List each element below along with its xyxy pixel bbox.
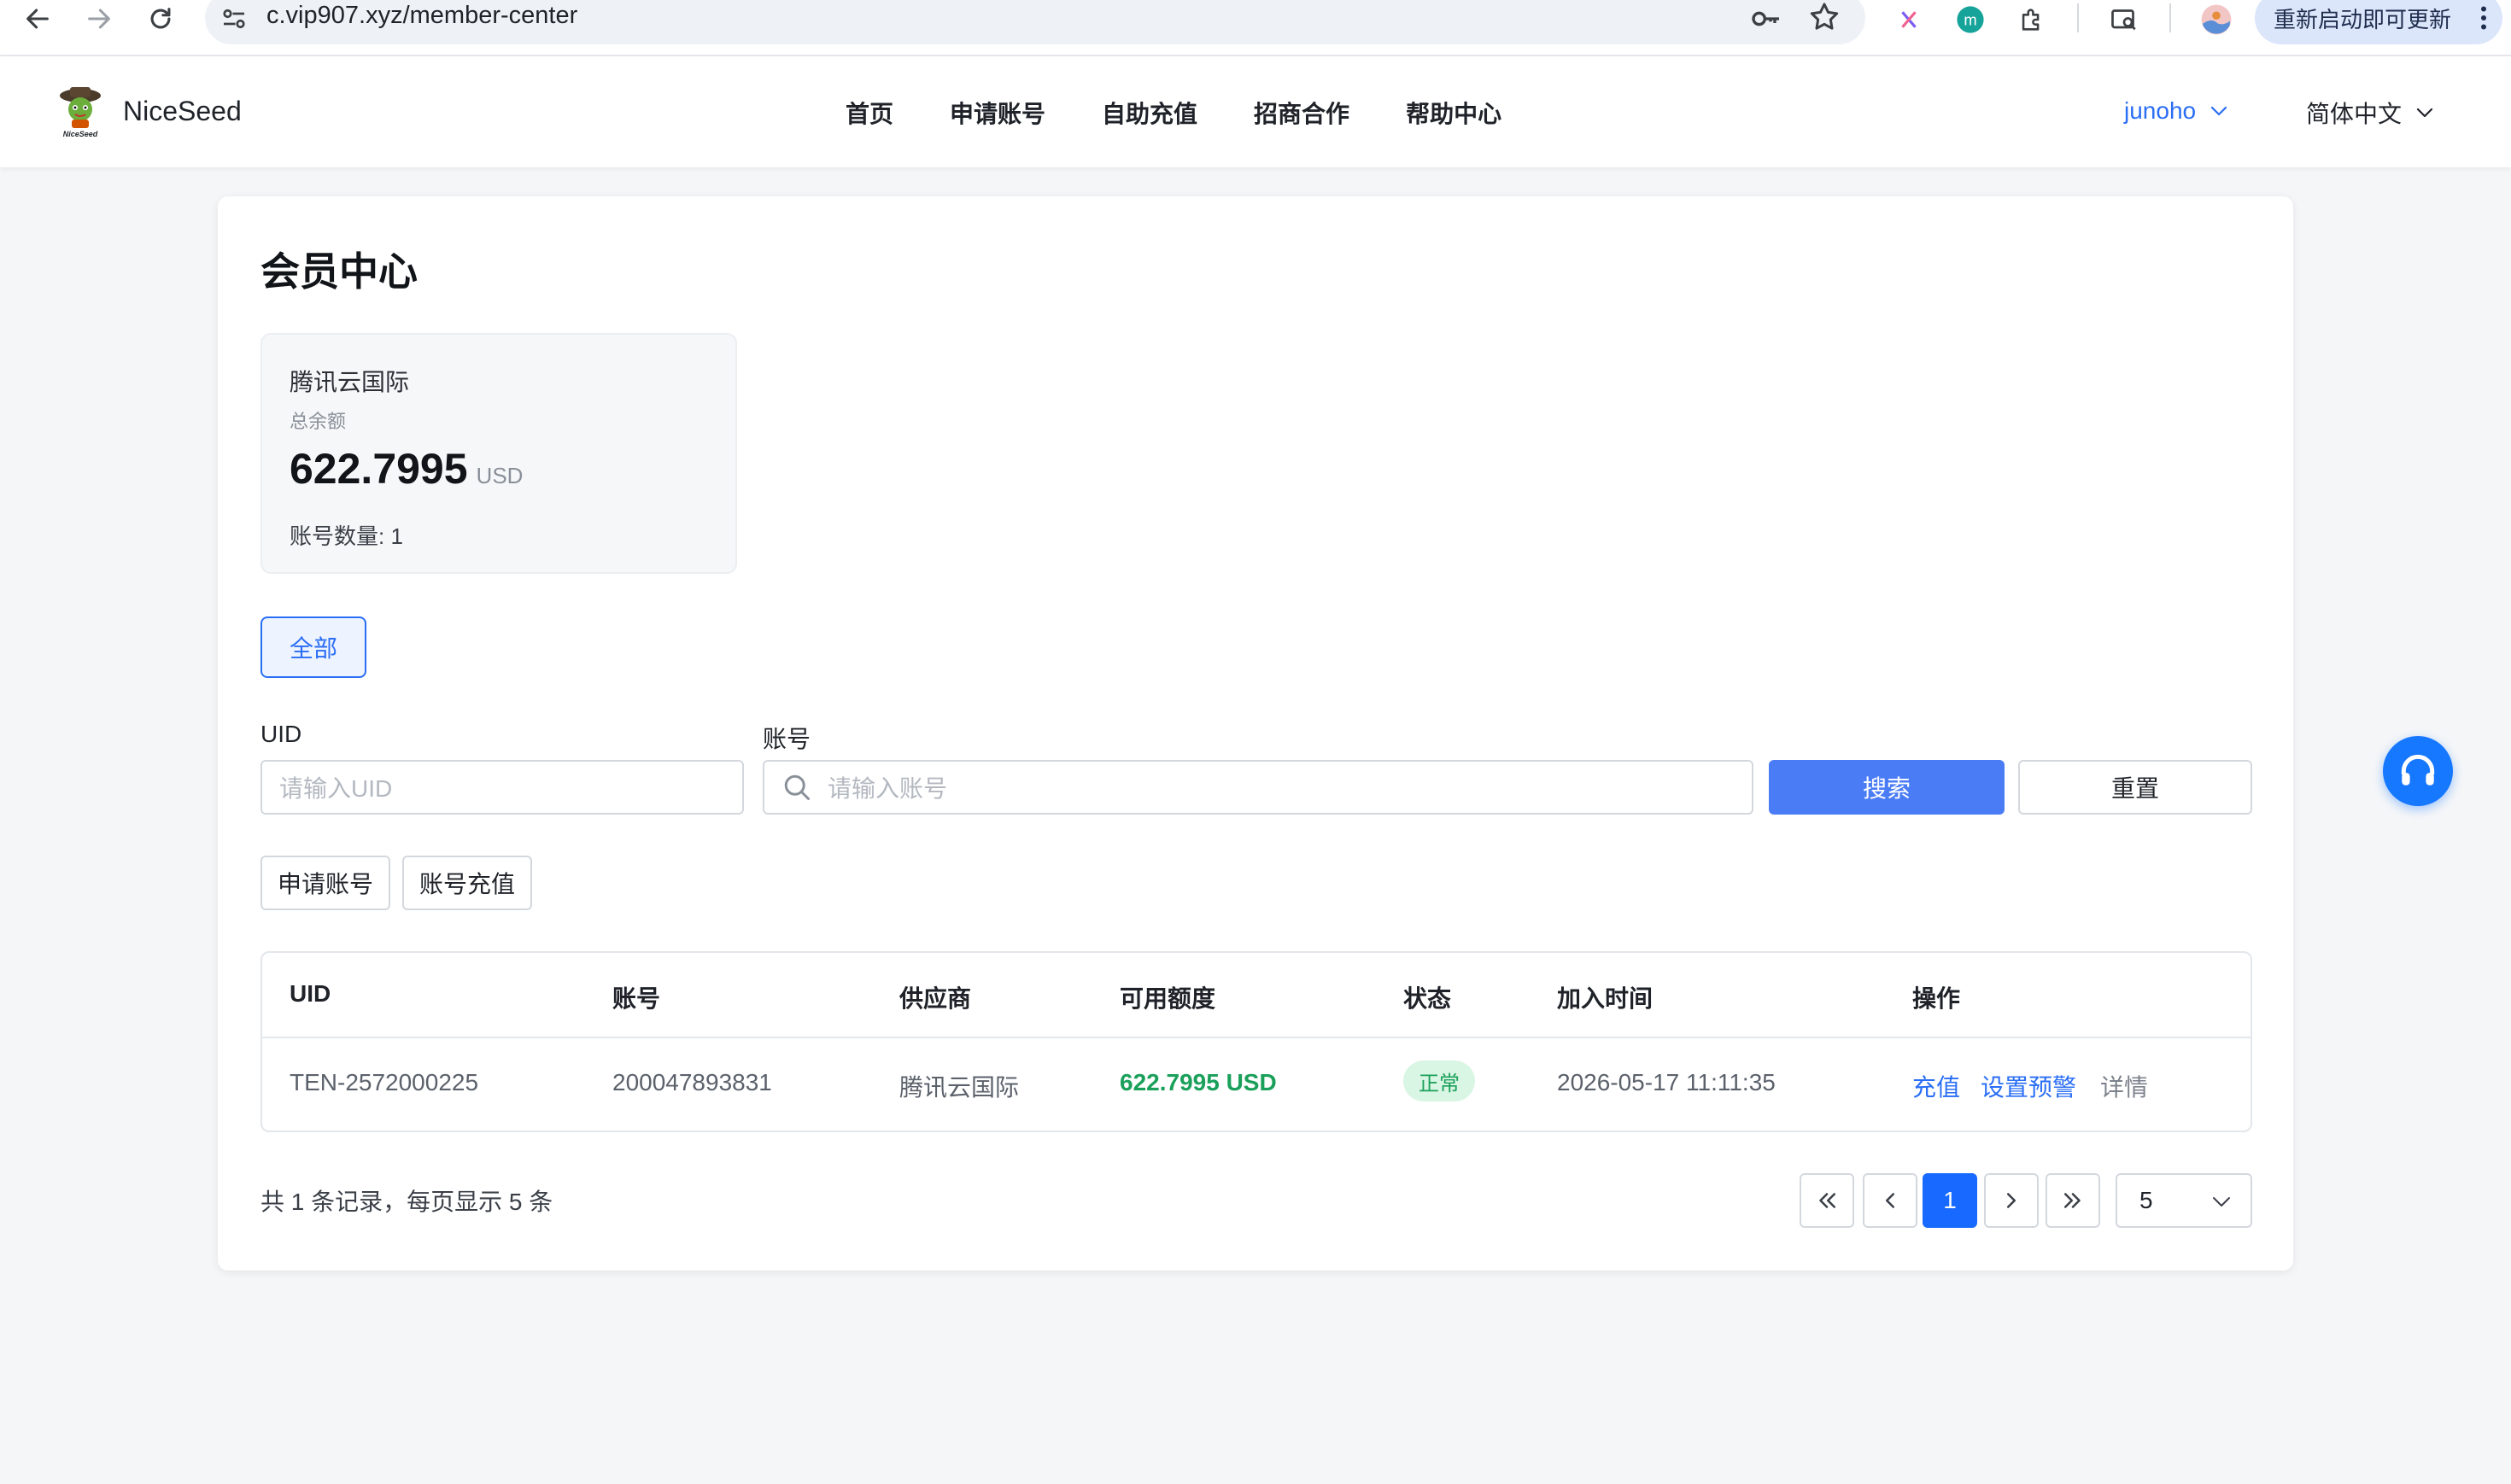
language-menu[interactable]: 简体中文 — [2306, 96, 2434, 130]
balance-currency: USD — [476, 463, 524, 488]
filter-all-button[interactable]: 全部 — [260, 616, 366, 678]
nav-partnership[interactable]: 招商合作 — [1254, 96, 1349, 130]
address-bar[interactable]: c.vip907.xyz/member-center — [205, 0, 1865, 44]
row-available: 622.7995 USD — [1120, 1069, 1277, 1095]
toolbar-divider — [2077, 3, 2079, 32]
uid-input[interactable]: 请输入UID — [260, 760, 744, 815]
customer-support-button[interactable] — [2383, 736, 2453, 806]
page-title: 会员中心 — [260, 249, 418, 294]
headset-icon — [2401, 754, 2435, 786]
member-center-card: 会员中心 腾讯云国际 总余额 622.7995 USD 账号数量: 1 全部 UI… — [218, 196, 2293, 1271]
svg-text:m: m — [1964, 10, 1976, 28]
page-size-select[interactable]: 5 — [2116, 1173, 2252, 1228]
row-provider: 腾讯云国际 — [899, 1074, 1020, 1101]
update-label: 重新启动即可更新 — [2274, 6, 2452, 32]
reload-button[interactable] — [137, 0, 184, 38]
nav-help-center[interactable]: 帮助中心 — [1406, 96, 1501, 130]
niceseed-logo-icon[interactable]: NiceSeed — [53, 84, 108, 140]
page-1-button[interactable]: 1 — [1923, 1173, 1977, 1228]
url-text[interactable]: c.vip907.xyz/member-center — [266, 2, 577, 30]
nav-home[interactable]: 首页 — [846, 96, 893, 130]
account-field-label: 账号 — [763, 726, 811, 752]
arrow-left-icon — [26, 9, 49, 29]
user-menu[interactable]: junoho — [2124, 97, 2228, 125]
password-key-icon[interactable] — [1749, 2, 1783, 36]
search-button[interactable]: 搜索 — [1769, 760, 2005, 815]
extension-m-icon[interactable]: m — [1952, 2, 1988, 38]
main-nav: 首页 申请账号 自助充值 招商合作 帮助中心 — [846, 96, 1558, 130]
toolbar-divider — [2169, 3, 2171, 32]
browser-toolbar: c.vip907.xyz/member-center m 重新启动即可更新 — [0, 0, 2511, 56]
reset-button[interactable]: 重置 — [2018, 760, 2252, 815]
balance-summary-card: 腾讯云国际 总余额 622.7995 USD 账号数量: 1 — [260, 333, 737, 574]
bookmark-star-icon[interactable] — [1807, 0, 1841, 34]
account-placeholder: 请输入账号 — [828, 775, 948, 802]
chevron-down-icon — [2213, 1197, 2230, 1206]
recharge-link[interactable]: 充值 — [1912, 1069, 1960, 1103]
col-account: 账号 — [612, 985, 661, 1012]
nav-apply-account[interactable]: 申请账号 — [950, 96, 1045, 130]
col-provider: 供应商 — [899, 985, 972, 1012]
table-row: TEN-2572000225 200047893831 腾讯云国际 622.79… — [262, 1038, 2251, 1131]
reload-icon — [150, 8, 171, 29]
back-button[interactable] — [14, 0, 61, 38]
chevron-right-icon — [2007, 1193, 2016, 1208]
next-page-button[interactable] — [1984, 1173, 2039, 1228]
double-chevron-right-icon — [2064, 1193, 2081, 1208]
account-count: 账号数量: 1 — [290, 523, 403, 549]
profile-avatar-icon[interactable] — [2198, 2, 2234, 38]
pagination-summary: 共 1 条记录，每页显示 5 条 — [260, 1189, 553, 1215]
more-vert-icon — [2481, 6, 2486, 30]
arrow-right-icon — [88, 9, 110, 29]
extension-x-icon[interactable] — [1891, 2, 1927, 38]
row-account: 200047893831 — [612, 1069, 772, 1095]
page-size-value: 5 — [2139, 1187, 2153, 1213]
first-page-button[interactable] — [1800, 1173, 1854, 1228]
forward-button[interactable] — [75, 0, 123, 38]
chevron-down-icon — [2210, 106, 2227, 116]
uid-field-label: UID — [260, 721, 302, 747]
last-page-button[interactable] — [2046, 1173, 2100, 1228]
chevron-down-icon — [2416, 108, 2433, 118]
extensions-puzzle-icon[interactable] — [2014, 2, 2050, 38]
apply-account-button[interactable]: 申请账号 — [260, 856, 390, 910]
search-icon — [784, 774, 810, 800]
svg-text:NiceSeed: NiceSeed — [63, 130, 98, 138]
row-uid: TEN-2572000225 — [290, 1069, 479, 1095]
chevron-left-icon — [1886, 1193, 1894, 1208]
summary-provider: 腾讯云国际 — [290, 369, 410, 395]
set-alert-link[interactable]: 设置预警 — [1981, 1069, 2076, 1103]
account-search-input[interactable]: 请输入账号 — [763, 760, 1753, 815]
update-button[interactable]: 重新启动即可更新 — [2255, 0, 2502, 44]
col-available: 可用额度 — [1120, 985, 1216, 1012]
col-status: 状态 — [1403, 985, 1452, 1012]
username: junoho — [2124, 97, 2197, 124]
uid-placeholder: 请输入UID — [279, 775, 393, 802]
nav-self-recharge[interactable]: 自助充值 — [1102, 96, 1197, 130]
row-joined: 2026-05-17 11:11:35 — [1557, 1069, 1776, 1095]
accounts-table: UID 账号 供应商 可用额度 状态 加入时间 操作 TEN-257200022… — [260, 951, 2252, 1132]
status-badge: 正常 — [1403, 1060, 1475, 1101]
prev-page-button[interactable] — [1863, 1173, 1917, 1228]
col-actions: 操作 — [1912, 985, 1961, 1012]
brand-name[interactable]: NiceSeed — [123, 96, 242, 127]
col-joined: 加入时间 — [1557, 985, 1654, 1012]
site-settings-icon[interactable] — [219, 3, 249, 34]
balance-value: 622.7995 — [290, 445, 468, 493]
balance-label: 总余额 — [290, 411, 347, 432]
site-header: NiceSeed NiceSeed 首页 申请账号 自助充值 招商合作 帮助中心… — [0, 56, 2511, 167]
col-uid: UID — [290, 980, 331, 1007]
tab-search-icon[interactable] — [2106, 2, 2142, 38]
language-label: 简体中文 — [2306, 101, 2403, 127]
balance-amount: 622.7995 USD — [290, 444, 523, 494]
table-header: UID 账号 供应商 可用额度 状态 加入时间 操作 — [262, 953, 2251, 1038]
detail-link[interactable]: 详情 — [2100, 1069, 2148, 1103]
account-recharge-button[interactable]: 账号充值 — [402, 856, 532, 910]
double-chevron-left-icon — [1819, 1193, 1835, 1208]
